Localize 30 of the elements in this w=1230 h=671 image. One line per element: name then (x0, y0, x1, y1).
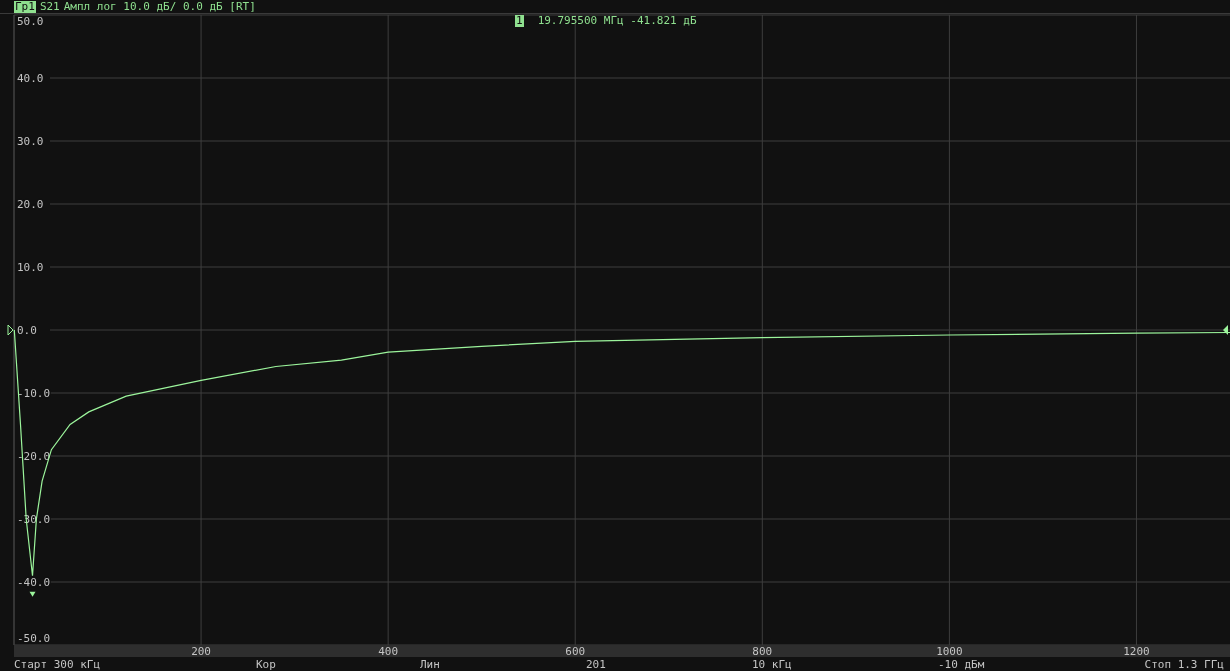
reference-marker-icon[interactable] (7, 324, 14, 336)
marker-icon[interactable] (29, 591, 36, 597)
y-tick-label: 10.0 (17, 261, 44, 274)
x-tick-label: 400 (378, 645, 399, 657)
y-tick-label: 20.0 (17, 198, 44, 211)
status-text: 201 (586, 657, 607, 671)
x-tick-label: 1200 (1123, 645, 1150, 657)
y-tick-label: 30.0 (17, 135, 44, 148)
y-tick-label: 50.0 (17, 15, 44, 28)
x-tick-label: 600 (565, 645, 586, 657)
trace-name: S21 (39, 0, 60, 13)
status-text: Лин (420, 657, 441, 671)
trace-title: Ампл лог 10.0 дБ/ 0.0 дБ [RT] (63, 0, 256, 13)
status-text: -10 дБм (938, 657, 986, 671)
status-text: Кор (256, 657, 277, 671)
x-tick-label: 200 (191, 645, 211, 657)
status-text: 10 кГц (752, 657, 793, 671)
y-tick-label: 40.0 (17, 72, 44, 85)
reference-marker-icon[interactable] (1223, 325, 1228, 335)
status-text: Старт 300 кГц (14, 657, 102, 671)
y-tick-label: -10.0 (17, 387, 51, 400)
y-tick-label: -40.0 (17, 576, 51, 589)
y-tick-label: -50.0 (17, 632, 51, 645)
x-tick-label: 800 (752, 645, 773, 657)
marker-number: 1 (515, 14, 524, 27)
trace-label[interactable]: Гр1 (14, 0, 36, 13)
marker-readout: 19.795500 МГц -41.821 дБ (537, 14, 697, 27)
x-tick-label: 1000 (936, 645, 963, 657)
status-text: Стоп 1.3 ГГц (1144, 657, 1224, 671)
y-tick-label: 0.0 (17, 324, 37, 337)
